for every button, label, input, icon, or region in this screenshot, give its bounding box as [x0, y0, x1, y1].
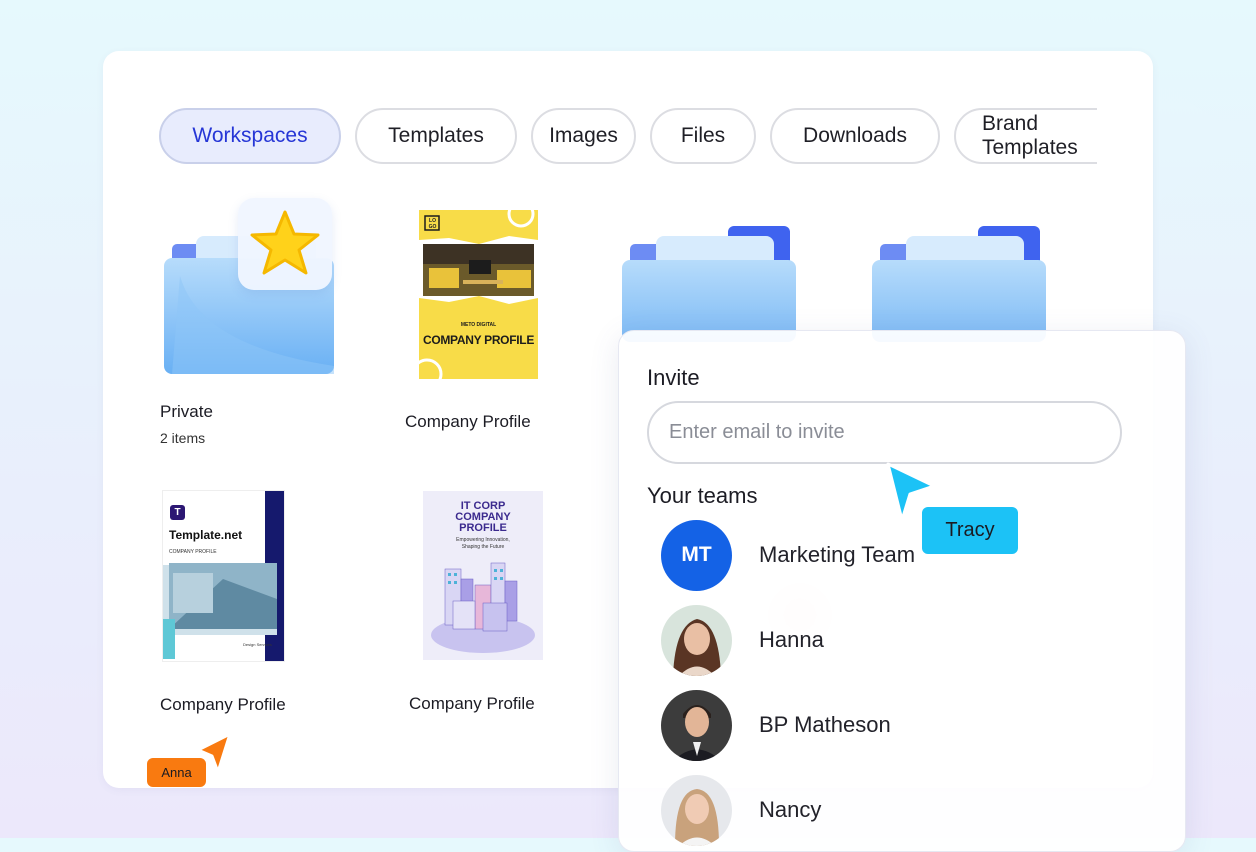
private-folder-count: 2 items	[160, 430, 206, 446]
company-profile-yellow-thumb[interactable]: LO GO METO DIGITAL COMPANY PROFILE	[419, 210, 538, 379]
tracy-cursor-label: Tracy	[922, 507, 1018, 554]
invite-title: Invite	[647, 365, 700, 390]
template-subtitle: COMPANY PROFILE	[169, 549, 217, 555]
itcorp-title-3: PROFILE	[459, 522, 507, 534]
team-initials-avatar: MT	[661, 519, 732, 591]
member-hanna[interactable]: Hanna	[661, 604, 1101, 676]
company-profile-itcorp-thumb[interactable]: IT CORP COMPANY PROFILE Empowering Innov…	[423, 491, 543, 660]
workspace-folder-4[interactable]	[870, 222, 1050, 342]
member-marketing-team[interactable]: MT Marketing Team	[661, 519, 1101, 591]
member-bp-matheson[interactable]: BP Matheson	[661, 689, 1101, 761]
itcorp-tagline-2: Shaping the Future	[461, 544, 505, 550]
tab-images[interactable]: Images	[531, 108, 636, 164]
yellow-title: COMPANY PROFILE	[422, 333, 535, 347]
private-folder[interactable]	[160, 196, 336, 378]
tab-workspaces[interactable]: Workspaces	[159, 108, 341, 164]
yellow-logo: LO GO	[428, 218, 437, 230]
bp-matheson-photo	[661, 689, 732, 761]
company-profile-itcorp-name: Company Profile	[409, 694, 535, 713]
company-profile-yellow-name: Company Profile	[405, 412, 531, 431]
avatar	[661, 689, 732, 761]
workspace-folder-3[interactable]	[620, 222, 800, 342]
folder-icon	[622, 226, 796, 342]
category-tabs: Workspaces Templates Images Files Downlo…	[159, 108, 1097, 168]
nancy-photo	[661, 774, 732, 846]
hanna-photo	[661, 604, 732, 676]
itcorp-tagline-1: Empowering Innovation,	[456, 537, 510, 543]
member-name: Hanna	[759, 627, 824, 652]
template-brand: Template.net	[169, 528, 243, 542]
member-name: Nancy	[759, 797, 822, 822]
yellow-brand: METO DIGITAL	[460, 322, 497, 328]
anna-cursor-label: Anna	[147, 758, 206, 787]
avatar	[661, 774, 732, 846]
isometric-city-graphic	[431, 562, 535, 653]
tab-brand-templates[interactable]: Brand Templates	[954, 108, 1097, 164]
your-teams-title: Your teams	[647, 483, 758, 508]
star-badge	[238, 198, 332, 290]
member-name: Marketing Team	[759, 542, 916, 567]
member-name: BP Matheson	[759, 712, 891, 737]
company-profile-template-name: Company Profile	[160, 695, 286, 714]
tab-templates[interactable]: Templates	[355, 108, 517, 164]
member-nancy[interactable]: Nancy	[661, 774, 1101, 846]
yellow-cover-graphic	[419, 210, 538, 379]
avatar	[661, 604, 732, 676]
folder-icon	[872, 226, 1046, 342]
tab-files[interactable]: Files	[650, 108, 756, 164]
invite-email-input[interactable]	[647, 401, 1122, 464]
company-profile-template-thumb[interactable]: T Template.net COMPANY PROFILE Design Se…	[163, 491, 284, 661]
template-footer: Design Services	[243, 642, 272, 647]
template-logo-icon: T	[170, 505, 185, 520]
tab-downloads[interactable]: Downloads	[770, 108, 940, 164]
invite-panel: Invite Your teams MT Marketing Team Hann…	[618, 330, 1186, 852]
private-folder-name: Private	[160, 402, 213, 421]
star-icon	[250, 210, 320, 275]
